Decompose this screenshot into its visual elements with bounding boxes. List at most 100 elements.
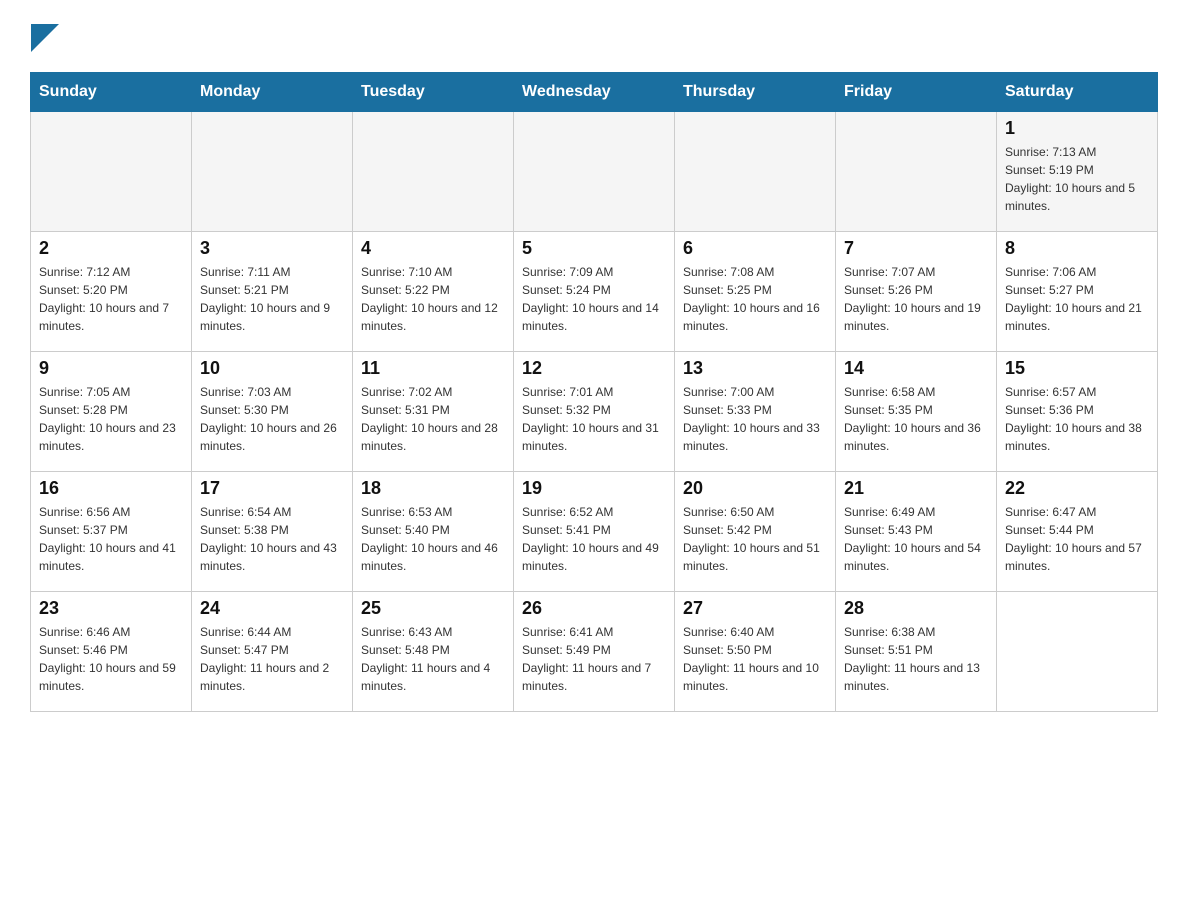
day-info: Sunrise: 6:58 AMSunset: 5:35 PMDaylight:…: [844, 383, 988, 455]
day-number: 21: [844, 478, 988, 499]
calendar-cell: [675, 112, 836, 232]
day-number: 10: [200, 358, 344, 379]
calendar-cell: 23 Sunrise: 6:46 AMSunset: 5:46 PMDayligh…: [31, 592, 192, 712]
calendar-cell: 10 Sunrise: 7:03 AMSunset: 5:30 PMDayligh…: [192, 352, 353, 472]
calendar-cell: [31, 112, 192, 232]
day-number: 26: [522, 598, 666, 619]
day-info: Sunrise: 7:06 AMSunset: 5:27 PMDaylight:…: [1005, 263, 1149, 335]
calendar-cell: 17 Sunrise: 6:54 AMSunset: 5:38 PMDayligh…: [192, 472, 353, 592]
calendar-cell: [836, 112, 997, 232]
day-info: Sunrise: 7:03 AMSunset: 5:30 PMDaylight:…: [200, 383, 344, 455]
day-info: Sunrise: 7:11 AMSunset: 5:21 PMDaylight:…: [200, 263, 344, 335]
day-info: Sunrise: 6:46 AMSunset: 5:46 PMDaylight:…: [39, 623, 183, 695]
day-info: Sunrise: 6:38 AMSunset: 5:51 PMDaylight:…: [844, 623, 988, 695]
calendar-cell: 16Sunrise: 6:56 AMSunset: 5:37 PMDayligh…: [31, 472, 192, 592]
day-info: Sunrise: 7:13 AMSunset: 5:19 PMDaylight:…: [1005, 143, 1149, 215]
day-number: 7: [844, 238, 988, 259]
day-info: Sunrise: 6:47 AMSunset: 5:44 PMDaylight:…: [1005, 503, 1149, 575]
calendar-cell: 4 Sunrise: 7:10 AMSunset: 5:22 PMDaylight…: [353, 232, 514, 352]
calendar-cell: 11 Sunrise: 7:02 AMSunset: 5:31 PMDayligh…: [353, 352, 514, 472]
calendar-cell: 5 Sunrise: 7:09 AMSunset: 5:24 PMDaylight…: [514, 232, 675, 352]
calendar-cell: [997, 592, 1158, 712]
weekday-header-monday: Monday: [192, 73, 353, 112]
calendar-cell: [192, 112, 353, 232]
calendar-cell: 20 Sunrise: 6:50 AMSunset: 5:42 PMDayligh…: [675, 472, 836, 592]
day-info: Sunrise: 6:41 AMSunset: 5:49 PMDaylight:…: [522, 623, 666, 695]
day-number: 4: [361, 238, 505, 259]
day-number: 6: [683, 238, 827, 259]
calendar-cell: 18 Sunrise: 6:53 AMSunset: 5:40 PMDayligh…: [353, 472, 514, 592]
calendar-cell: 7 Sunrise: 7:07 AMSunset: 5:26 PMDaylight…: [836, 232, 997, 352]
calendar-header: SundayMondayTuesdayWednesdayThursdayFrid…: [31, 73, 1158, 112]
logo: [30, 20, 59, 52]
calendar-week-5: 23 Sunrise: 6:46 AMSunset: 5:46 PMDayligh…: [31, 592, 1158, 712]
day-info: Sunrise: 6:54 AMSunset: 5:38 PMDaylight:…: [200, 503, 344, 575]
day-info: Sunrise: 7:12 AMSunset: 5:20 PMDaylight:…: [39, 263, 183, 335]
day-info: Sunrise: 7:07 AMSunset: 5:26 PMDaylight:…: [844, 263, 988, 335]
calendar-cell: 28 Sunrise: 6:38 AMSunset: 5:51 PMDayligh…: [836, 592, 997, 712]
calendar-cell: 8 Sunrise: 7:06 AMSunset: 5:27 PMDaylight…: [997, 232, 1158, 352]
day-number: 14: [844, 358, 988, 379]
calendar-cell: 12Sunrise: 7:01 AMSunset: 5:32 PMDayligh…: [514, 352, 675, 472]
calendar-cell: 22 Sunrise: 6:47 AMSunset: 5:44 PMDayligh…: [997, 472, 1158, 592]
day-info: Sunrise: 6:40 AMSunset: 5:50 PMDaylight:…: [683, 623, 827, 695]
day-number: 18: [361, 478, 505, 499]
day-info: Sunrise: 7:05 AMSunset: 5:28 PMDaylight:…: [39, 383, 183, 455]
page-header: [30, 20, 1158, 52]
day-number: 5: [522, 238, 666, 259]
calendar-cell: 9 Sunrise: 7:05 AMSunset: 5:28 PMDaylight…: [31, 352, 192, 472]
day-number: 12: [522, 358, 666, 379]
day-info: Sunrise: 6:57 AMSunset: 5:36 PMDaylight:…: [1005, 383, 1149, 455]
calendar-cell: 27Sunrise: 6:40 AMSunset: 5:50 PMDayligh…: [675, 592, 836, 712]
day-info: Sunrise: 6:56 AMSunset: 5:37 PMDaylight:…: [39, 503, 183, 575]
day-number: 20: [683, 478, 827, 499]
day-number: 22: [1005, 478, 1149, 499]
day-info: Sunrise: 7:09 AMSunset: 5:24 PMDaylight:…: [522, 263, 666, 335]
day-info: Sunrise: 7:00 AMSunset: 5:33 PMDaylight:…: [683, 383, 827, 455]
day-number: 1: [1005, 118, 1149, 139]
day-info: Sunrise: 6:53 AMSunset: 5:40 PMDaylight:…: [361, 503, 505, 575]
day-info: Sunrise: 6:49 AMSunset: 5:43 PMDaylight:…: [844, 503, 988, 575]
calendar-week-3: 9 Sunrise: 7:05 AMSunset: 5:28 PMDaylight…: [31, 352, 1158, 472]
day-number: 28: [844, 598, 988, 619]
calendar-cell: 25 Sunrise: 6:43 AMSunset: 5:48 PMDayligh…: [353, 592, 514, 712]
day-info: Sunrise: 6:52 AMSunset: 5:41 PMDaylight:…: [522, 503, 666, 575]
day-number: 2: [39, 238, 183, 259]
calendar-cell: 13 Sunrise: 7:00 AMSunset: 5:33 PMDayligh…: [675, 352, 836, 472]
calendar-cell: 19 Sunrise: 6:52 AMSunset: 5:41 PMDayligh…: [514, 472, 675, 592]
day-number: 17: [200, 478, 344, 499]
logo-arrow-icon: [31, 24, 59, 52]
calendar-cell: 6 Sunrise: 7:08 AMSunset: 5:25 PMDaylight…: [675, 232, 836, 352]
calendar-body: 1 Sunrise: 7:13 AMSunset: 5:19 PMDaylight…: [31, 112, 1158, 712]
calendar-cell: 2 Sunrise: 7:12 AMSunset: 5:20 PMDaylight…: [31, 232, 192, 352]
day-number: 3: [200, 238, 344, 259]
calendar-cell: [353, 112, 514, 232]
day-number: 25: [361, 598, 505, 619]
calendar-cell: 3 Sunrise: 7:11 AMSunset: 5:21 PMDaylight…: [192, 232, 353, 352]
day-number: 23: [39, 598, 183, 619]
calendar-cell: 1 Sunrise: 7:13 AMSunset: 5:19 PMDaylight…: [997, 112, 1158, 232]
day-number: 11: [361, 358, 505, 379]
calendar-cell: [514, 112, 675, 232]
calendar-week-1: 1 Sunrise: 7:13 AMSunset: 5:19 PMDaylight…: [31, 112, 1158, 232]
day-info: Sunrise: 6:43 AMSunset: 5:48 PMDaylight:…: [361, 623, 505, 695]
weekday-header-tuesday: Tuesday: [353, 73, 514, 112]
weekday-header-friday: Friday: [836, 73, 997, 112]
calendar-cell: 15 Sunrise: 6:57 AMSunset: 5:36 PMDayligh…: [997, 352, 1158, 472]
day-info: Sunrise: 6:50 AMSunset: 5:42 PMDaylight:…: [683, 503, 827, 575]
calendar-week-4: 16Sunrise: 6:56 AMSunset: 5:37 PMDayligh…: [31, 472, 1158, 592]
day-number: 13: [683, 358, 827, 379]
day-number: 19: [522, 478, 666, 499]
day-info: Sunrise: 7:02 AMSunset: 5:31 PMDaylight:…: [361, 383, 505, 455]
calendar-cell: 24 Sunrise: 6:44 AMSunset: 5:47 PMDayligh…: [192, 592, 353, 712]
day-info: Sunrise: 7:08 AMSunset: 5:25 PMDaylight:…: [683, 263, 827, 335]
day-number: 24: [200, 598, 344, 619]
day-number: 15: [1005, 358, 1149, 379]
weekday-header-sunday: Sunday: [31, 73, 192, 112]
day-number: 8: [1005, 238, 1149, 259]
calendar-cell: 26 Sunrise: 6:41 AMSunset: 5:49 PMDayligh…: [514, 592, 675, 712]
day-info: Sunrise: 6:44 AMSunset: 5:47 PMDaylight:…: [200, 623, 344, 695]
day-info: Sunrise: 7:10 AMSunset: 5:22 PMDaylight:…: [361, 263, 505, 335]
weekday-header-row: SundayMondayTuesdayWednesdayThursdayFrid…: [31, 73, 1158, 112]
day-number: 9: [39, 358, 183, 379]
